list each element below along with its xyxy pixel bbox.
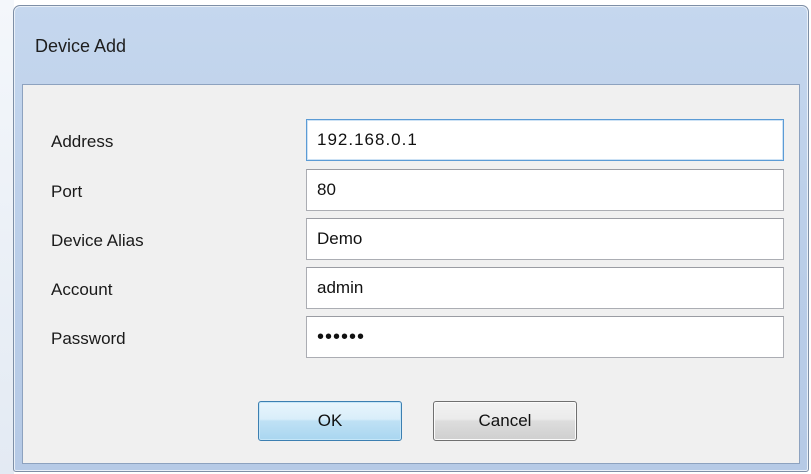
title-bar[interactable]: Device Add bbox=[14, 6, 808, 84]
address-row: Address bbox=[23, 119, 799, 161]
password-label: Password bbox=[51, 329, 126, 348]
port-label: Port bbox=[51, 182, 83, 201]
device-alias-label: Device Alias bbox=[51, 231, 144, 250]
account-label: Account bbox=[51, 280, 113, 299]
device-alias-row: Device Alias bbox=[23, 218, 799, 260]
address-label: Address bbox=[51, 132, 114, 151]
ok-button[interactable]: OK bbox=[258, 401, 402, 441]
dialog-title: Device Add bbox=[35, 36, 127, 56]
device-alias-input[interactable] bbox=[306, 218, 784, 260]
port-input[interactable] bbox=[306, 169, 784, 211]
device-add-dialog: Device Add Address Port Device Alias Acc… bbox=[13, 5, 809, 472]
port-row: Port bbox=[23, 169, 799, 211]
dialog-body: Address Port Device Alias Account Passwo… bbox=[22, 84, 800, 464]
password-input[interactable] bbox=[306, 316, 784, 358]
password-row: Password bbox=[23, 316, 799, 358]
background-window-edge bbox=[0, 0, 14, 474]
account-row: Account bbox=[23, 267, 799, 309]
address-input[interactable] bbox=[306, 119, 784, 161]
account-input[interactable] bbox=[306, 267, 784, 309]
cancel-button[interactable]: Cancel bbox=[433, 401, 577, 441]
